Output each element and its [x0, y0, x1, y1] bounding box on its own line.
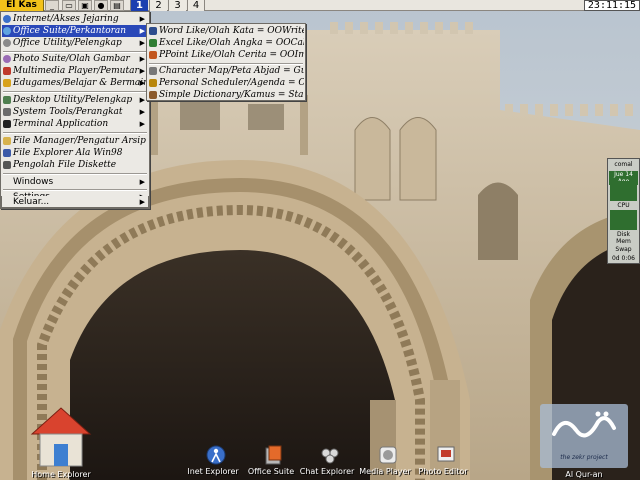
cpu-label: CPU: [617, 202, 630, 209]
menu-item-edugames[interactable]: Edugames/Belajar & Bermain ▶: [2, 77, 148, 89]
submenu-arrow-icon: ▶: [139, 55, 145, 63]
submenu-arrow-icon: ▶: [139, 198, 145, 206]
menu-item-file-manager[interactable]: File Manager/Pengatur Arsip: [2, 135, 148, 147]
submenu-item-oowriter[interactable]: Word Like/Olah Kata = OOWriter: [148, 25, 304, 37]
submenu-item-ooimpress[interactable]: PPoint Like/Olah Cerita = OOImpress: [148, 49, 304, 61]
uptime: 0d 0:06: [611, 255, 635, 262]
workspace-4[interactable]: 4: [187, 0, 205, 11]
menu-item-internet[interactable]: Internet/Akses Jejaring ▶: [2, 13, 148, 25]
gear-icon: [3, 39, 11, 47]
media-icon: [3, 67, 11, 75]
submenu-item-stardict[interactable]: Simple Dictionary/Kamus = Stardict: [148, 89, 304, 101]
submenu-arrow-icon: ▶: [139, 15, 145, 23]
desktop-icon-media-player[interactable]: Media Player: [359, 444, 411, 480]
submenu-item-oocalc[interactable]: Excel Like/Olah Angka = OOCalc: [148, 37, 304, 49]
photo-icon: [437, 446, 455, 462]
system-monitor[interactable]: comal Jue 14 Ago CPU Disk Mem Swap 0d 0:…: [607, 158, 640, 264]
globe-icon: [3, 15, 11, 23]
menu-item-file-explorer[interactable]: File Explorer Ala Win98: [2, 147, 148, 159]
menu-separator: [3, 91, 147, 93]
menu-item-logout[interactable]: Keluar... ▶: [1, 196, 149, 208]
submenu-arrow-icon: ▶: [139, 108, 145, 116]
menu-item-desktop-utility[interactable]: Desktop Utility/Pelengkap ▶: [2, 94, 148, 106]
menu-item-diskette[interactable]: Pengolah File Diskette: [2, 159, 148, 171]
submenu-arrow-icon: ▶: [139, 67, 145, 75]
charmap-icon: [149, 67, 157, 75]
globe-icon: [206, 445, 226, 465]
menu-separator: [3, 173, 147, 175]
office-icon: [265, 445, 282, 465]
main-menu: Internet/Akses Jejaring ▶ Office Suite/Pe…: [0, 11, 150, 209]
clock: 23:11:15: [584, 0, 640, 11]
menu-item-terminal[interactable]: Terminal Application ▶: [2, 118, 148, 130]
terminal-icon: [3, 120, 11, 128]
minimize-all-icon[interactable]: _: [45, 0, 59, 11]
office-submenu: Word Like/Olah Kata = OOWriter Excel Lik…: [146, 23, 306, 101]
folder-icon: [3, 137, 11, 145]
submenu-arrow-icon: ▶: [139, 79, 145, 87]
photo-icon: [3, 55, 11, 63]
workspace-3[interactable]: 3: [168, 0, 186, 11]
cpu-graph: [610, 181, 637, 201]
disk-graph: [610, 210, 637, 230]
menu-item-system-tools[interactable]: System Tools/Perangkat ▶: [2, 106, 148, 118]
monitor-icon[interactable]: ▭: [62, 0, 76, 11]
desktop-icon-inet-explorer[interactable]: Inet Explorer: [187, 444, 239, 480]
writer-icon: [149, 27, 157, 35]
impress-icon: [149, 51, 157, 59]
globe-icon[interactable]: ●: [94, 0, 108, 11]
home-icon: [30, 407, 92, 467]
menu-item-office-suite[interactable]: Office Suite/Perkantoran ▶: [2, 25, 148, 37]
taskbar: El Kas _ ▭ ▣ ● ▤ 1 2 3 4 23:11:15: [0, 0, 640, 11]
submenu-arrow-icon: ▶: [139, 96, 145, 104]
games-icon: [3, 79, 11, 87]
explorer-icon: [3, 149, 11, 157]
calendar-icon: [149, 79, 157, 87]
quran-icon: [552, 411, 616, 438]
media-icon: [379, 446, 397, 464]
files-icon[interactable]: ▤: [110, 0, 124, 11]
menu-separator: [3, 132, 147, 134]
desktop-icon-chat-explorer[interactable]: Chat Explorer: [300, 444, 354, 480]
submenu-item-osmo[interactable]: Personal Scheduler/Agenda = OsmO: [148, 77, 304, 89]
menu-item-office-utility[interactable]: Office Utility/Pelengkap ▶: [2, 37, 148, 49]
terminal-icon[interactable]: ▣: [78, 0, 92, 11]
mem-label: Mem: [616, 238, 631, 245]
zekr-logo: the zekr project: [540, 404, 628, 468]
menu-item-windows[interactable]: Windows ▶: [2, 176, 148, 188]
menu-item-multimedia[interactable]: Multimedia Player/Pemutar ▶: [2, 65, 148, 77]
desktop-icon-home-explorer[interactable]: Home Explorer: [26, 402, 96, 480]
swap-label: Swap: [615, 246, 632, 253]
monitor-title: comal: [614, 161, 633, 168]
desktop-icon-office-suite[interactable]: Office Suite: [248, 444, 294, 480]
start-button[interactable]: El Kas: [0, 0, 44, 11]
desktop-icon: [3, 96, 11, 104]
chat-icon: [321, 448, 339, 464]
submenu-arrow-icon: ▶: [139, 178, 145, 186]
submenu-arrow-icon: ▶: [139, 39, 145, 47]
submenu-item-gucharmap[interactable]: Character Map/Peta Abjad = GuCharmap: [148, 65, 304, 77]
submenu-arrow-icon: ▶: [139, 27, 145, 35]
zekr-caption: the zekr project: [560, 454, 608, 461]
floppy-icon: [3, 161, 11, 169]
submenu-arrow-icon: ▶: [139, 120, 145, 128]
office-icon: [3, 27, 11, 35]
dictionary-icon: [149, 91, 157, 99]
desktop-icon-photo-editor[interactable]: Photo Editor: [418, 444, 468, 480]
disk-label: Disk: [617, 231, 630, 238]
wrench-icon: [3, 108, 11, 116]
calc-icon: [149, 39, 157, 47]
workspace-2[interactable]: 2: [149, 0, 167, 11]
menu-item-photo-suite[interactable]: Photo Suite/Olah Gambar ▶: [2, 53, 148, 65]
desktop-icon-al-quran[interactable]: the zekr project Al Qur-an: [540, 404, 628, 480]
workspace-1[interactable]: 1: [130, 0, 148, 11]
